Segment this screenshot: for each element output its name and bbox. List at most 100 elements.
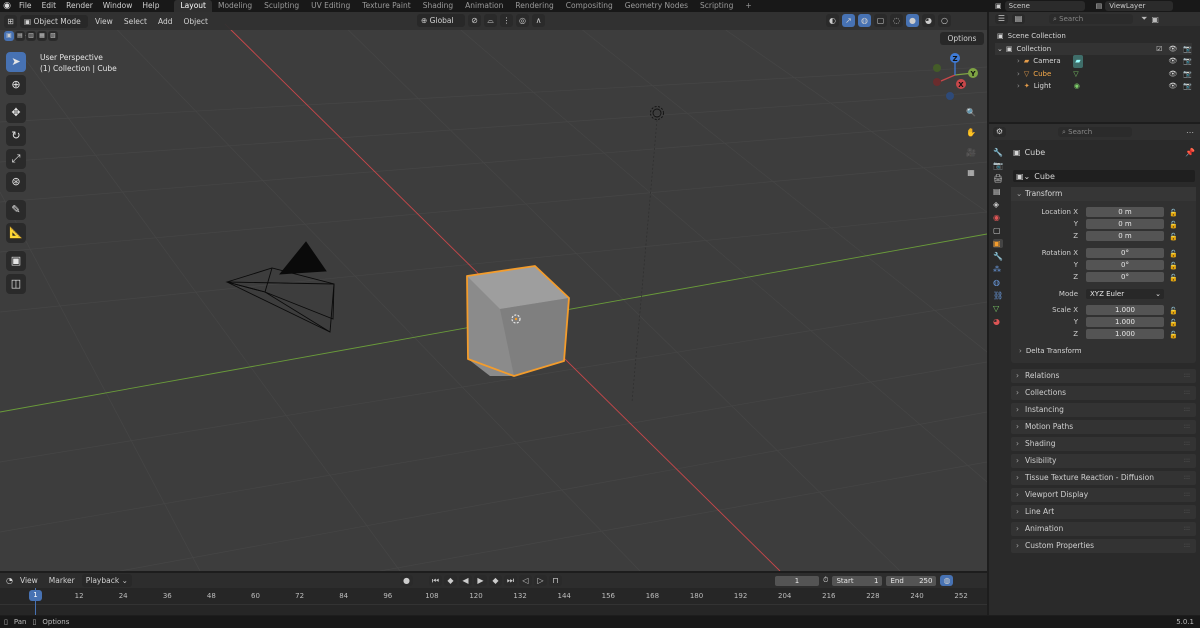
snap-icon[interactable]: ⌓ (484, 14, 497, 27)
stopwatch-icon[interactable]: ⏱ (823, 576, 828, 585)
mode-selector[interactable]: ▣ Object Mode ⌄ (20, 14, 88, 39)
workspace-tab-shading[interactable]: Shading (417, 0, 459, 12)
scale-z-field[interactable]: 1.000 (1086, 329, 1164, 339)
tool-tab-icon[interactable]: 🔧 (993, 148, 1003, 157)
location-y-field[interactable]: 0 m (1086, 219, 1164, 229)
add-object-tool-icon[interactable]: ◫ (6, 274, 26, 294)
jump-end-icon[interactable]: ⏭ (504, 575, 517, 586)
material-shading-icon[interactable]: ◕ (922, 14, 935, 27)
editor-type-icon[interactable]: ⊞ (4, 14, 17, 28)
jump-next-keyframe-icon[interactable]: ◆ (489, 575, 502, 586)
timeline-menu-marker[interactable]: Marker (45, 574, 79, 587)
rotation-y-field[interactable]: 0° (1086, 260, 1164, 270)
auto-keying-icon[interactable]: ● (400, 575, 413, 586)
jump-start-icon[interactable]: ⏮ (429, 575, 442, 586)
workspace-tab-geometry-nodes[interactable]: Geometry Nodes (619, 0, 694, 12)
pin-icon[interactable]: 📌 (1185, 148, 1195, 157)
render-camera-icon[interactable]: 📷 (1183, 55, 1192, 68)
scale-x-field[interactable]: 1.000 (1086, 305, 1164, 315)
collection-visibility-icon[interactable]: 👁 (1168, 43, 1177, 56)
add-workspace-button[interactable]: + (739, 0, 757, 12)
annotate-tool-icon[interactable]: ✎ (6, 200, 26, 220)
lock-icon[interactable]: 🔓 (1169, 329, 1178, 341)
world-tab-icon[interactable]: ◉ (993, 213, 1003, 222)
collection-tab-icon[interactable]: ▢ (993, 226, 1003, 235)
pan-hand-icon[interactable]: ✋ (963, 125, 979, 141)
scene-selector[interactable]: Scene (1004, 1, 1085, 11)
transform-tool-icon[interactable]: ⊛ (6, 172, 26, 192)
scale-tool-icon[interactable]: ⤢ (6, 149, 26, 169)
expand-arrow-icon[interactable]: ⌄ (997, 43, 1003, 56)
expand-arrow-icon[interactable]: › (1017, 68, 1020, 81)
visibility-eye-icon[interactable]: 👁 (1168, 55, 1177, 68)
zoom-icon[interactable]: 🔍 (963, 105, 979, 121)
playhead-marker[interactable]: 1 (29, 590, 42, 601)
section-instancing[interactable]: Instancing (1011, 403, 1196, 417)
location-x-field[interactable]: 0 m (1086, 207, 1164, 217)
keying-set-icon[interactable]: ⊓ (549, 575, 562, 586)
select-new-icon[interactable]: ▣ (4, 31, 14, 41)
pivot-point-icon[interactable]: ⊘ (468, 14, 481, 27)
menu-select[interactable]: Select (120, 15, 151, 28)
workspace-tab-texture-paint[interactable]: Texture Paint (356, 0, 416, 12)
measure-tool-icon[interactable]: 📐 (6, 223, 26, 243)
outliner-item-camera[interactable]: › ▰ Camera ▰ 👁 📷 (997, 55, 1192, 68)
expand-arrow-icon[interactable]: › (1017, 55, 1020, 68)
visibility-selector-icon[interactable]: ◐ (826, 14, 839, 27)
render-camera-icon[interactable]: 📷 (1183, 68, 1192, 81)
light-data-icon[interactable]: ◉ (1074, 80, 1080, 93)
rotation-x-field[interactable]: 0° (1086, 248, 1164, 258)
object-tab-icon[interactable]: ▣ (993, 239, 1004, 248)
rotate-tool-icon[interactable]: ↻ (6, 126, 26, 146)
select-extend-icon[interactable]: ▤ (15, 31, 25, 41)
render-tab-icon[interactable]: 📷 (993, 161, 1003, 170)
snap-target-icon[interactable]: ⋮ (500, 14, 513, 27)
prev-marker-icon[interactable]: ◁ (519, 575, 532, 586)
lock-icon[interactable]: 🔓 (1169, 272, 1178, 284)
select-invert-icon[interactable]: ▦ (37, 31, 47, 41)
solid-shading-icon[interactable]: ● (906, 14, 919, 27)
mesh-data-icon[interactable]: ▽ (1073, 68, 1078, 81)
section-viewport-display[interactable]: Viewport Display (1011, 488, 1196, 502)
collection-row[interactable]: ⌄ ▣ Collection ☑ 👁 📷 (995, 42, 1192, 56)
section-motion-paths[interactable]: Motion Paths (1011, 420, 1196, 434)
ortho-toggle-icon[interactable]: ▦ (963, 165, 979, 181)
outliner-item-light[interactable]: › ✦ Light ◉ 👁 📷 (997, 80, 1192, 93)
workspace-tab-modeling[interactable]: Modeling (212, 0, 258, 12)
timeline-area[interactable]: 12 24 36 48 60 72 84 96 108 120 132 144 156 168 180 192… (0, 588, 987, 615)
cursor-tool-icon[interactable]: ⊕ (6, 75, 26, 95)
play-reverse-icon[interactable]: ◀ (459, 575, 472, 586)
outliner-item-cube[interactable]: › ▽ Cube ▽ 👁 📷 (997, 68, 1192, 81)
lock-icon[interactable]: 🔓 (1169, 248, 1178, 260)
transform-panel-header[interactable]: ⌄ Transform (1011, 187, 1196, 201)
modifiers-tab-icon[interactable]: 🔧 (993, 252, 1003, 261)
next-marker-icon[interactable]: ▷ (534, 575, 547, 586)
constraints-tab-icon[interactable]: ⛓ (993, 291, 1003, 300)
proportional-edit-icon[interactable]: ◎ (516, 14, 529, 27)
camera-data-icon[interactable]: ▰ (1073, 55, 1083, 68)
section-shading[interactable]: Shading (1011, 437, 1196, 451)
rendered-shading-icon[interactable]: ○ (938, 14, 951, 27)
outliner-editor-type-icon[interactable]: ☰ (995, 14, 1008, 24)
scene-collection-row[interactable]: ▣ Scene Collection (997, 30, 1192, 43)
expand-arrow-icon[interactable]: › (1017, 80, 1020, 93)
workspace-tab-rendering[interactable]: Rendering (509, 0, 559, 12)
move-tool-icon[interactable]: ✥ (6, 103, 26, 123)
workspace-tab-uv-editing[interactable]: UV Editing (305, 0, 356, 12)
properties-search-input[interactable]: ⌕ Search (1058, 127, 1132, 137)
menu-add[interactable]: Add (154, 15, 177, 28)
options-icon[interactable]: ⋯ (1186, 128, 1194, 137)
view-layer-tab-icon[interactable]: ▤ (993, 187, 1003, 196)
wireframe-shading-icon[interactable]: ◌ (890, 14, 903, 27)
workspace-tab-sculpting[interactable]: Sculpting (258, 0, 305, 12)
particles-tab-icon[interactable]: ⁂ (993, 265, 1003, 274)
display-mode-icon[interactable]: ▤ (1012, 14, 1025, 24)
menu-render[interactable]: Render (61, 0, 98, 12)
menu-view[interactable]: View (91, 15, 117, 28)
exclude-checkbox-icon[interactable]: ☑ (1156, 43, 1162, 56)
timeline-view-toggle-icon[interactable]: ◍ (940, 575, 954, 586)
scene-tab-icon[interactable]: ◈ (993, 200, 1003, 209)
timeline-editor-type-icon[interactable]: ◔ (6, 576, 13, 585)
filter-icon[interactable]: ⏷ (1141, 14, 1147, 24)
timeline-menu-view[interactable]: View (16, 574, 42, 587)
